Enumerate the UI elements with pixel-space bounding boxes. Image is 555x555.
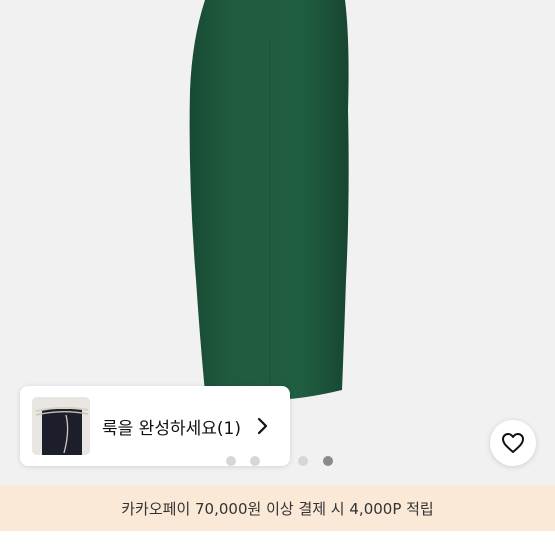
complete-the-look-label: 룩을 완성하세요(1): [102, 418, 241, 439]
kakaopay-promo-banner[interactable]: 카카오페이 70,000원 이상 결제 시 4,000P 적립: [0, 485, 555, 531]
chevron-right-icon: [253, 417, 271, 435]
promo-text: 카카오페이 70,000원 이상 결제 시 4,000P 적립: [121, 499, 434, 518]
heart-icon: [502, 433, 524, 453]
pager-dot[interactable]: [298, 456, 308, 466]
chain-belt-thumbnail-image: [32, 397, 90, 455]
pager-dot-active[interactable]: [323, 456, 333, 466]
chain-belt-thumbnail: [32, 397, 90, 455]
pager-dot[interactable]: [226, 456, 236, 466]
pager-dot[interactable]: [250, 456, 260, 466]
image-pager: [0, 456, 555, 468]
complete-the-look-card[interactable]: 룩을 완성하세요(1): [20, 386, 290, 466]
skirt-body: [189, 0, 349, 400]
bottom-strip: [0, 531, 555, 555]
